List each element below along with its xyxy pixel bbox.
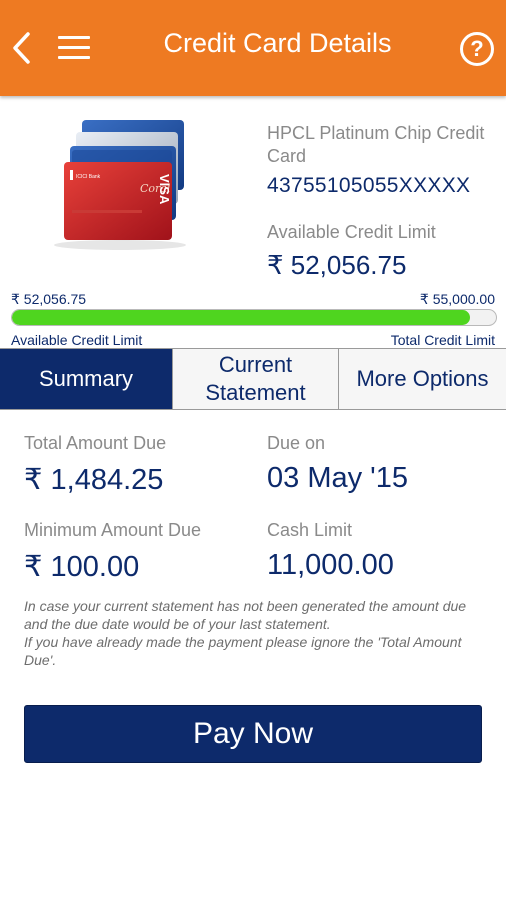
tab-bar: Summary Current Statement More Options	[0, 348, 506, 410]
bar-available-value: ₹ 52,056.75	[11, 291, 87, 307]
cash-limit-label: Cash Limit	[267, 520, 353, 540]
tab-current-statement[interactable]: Current Statement	[172, 349, 338, 409]
back-arrow-icon[interactable]	[6, 26, 42, 70]
tab-current-statement-line1: Current	[218, 352, 293, 377]
help-icon[interactable]: ?	[460, 32, 494, 66]
available-limit-label: Available Credit Limit	[267, 222, 436, 242]
min-due-label: Minimum Amount Due	[24, 520, 202, 540]
total-due-label: Total Amount Due	[24, 433, 167, 453]
statement-note-line2: If you have already made the payment ple…	[24, 634, 462, 668]
credit-limit-progress-fill	[12, 310, 470, 325]
due-on-label: Due on	[267, 433, 326, 453]
total-due-value: ₹ 1,484.25	[24, 464, 164, 496]
svg-text:ICICI Bank: ICICI Bank	[76, 174, 101, 180]
tab-summary[interactable]: Summary	[0, 349, 172, 409]
card-name: HPCL Platinum Chip Credit Card	[267, 123, 485, 166]
app-header: Credit Card Details ?	[0, 0, 506, 96]
credit-card-image: Coral VISA ICICI Bank	[50, 118, 210, 253]
credit-limit-progress-bar	[11, 309, 497, 326]
tab-more-options[interactable]: More Options	[338, 349, 506, 409]
card-number: 43755105055XXXXX	[267, 174, 471, 197]
due-on-value: 03 May '15	[267, 462, 408, 494]
statement-note: In case your current statement has not b…	[24, 597, 490, 669]
hamburger-menu-icon[interactable]	[56, 32, 94, 64]
bar-total-value: ₹ 55,000.00	[419, 291, 495, 307]
bar-available-label: Available Credit Limit	[11, 332, 143, 348]
svg-text:VISA: VISA	[157, 174, 172, 205]
bar-total-label: Total Credit Limit	[390, 332, 495, 348]
cash-limit-value: 11,000.00	[267, 549, 394, 581]
pay-now-button[interactable]: Pay Now	[24, 705, 482, 763]
statement-note-line1: In case your current statement has not b…	[24, 598, 467, 632]
min-due-value: ₹ 100.00	[24, 551, 140, 583]
page-title: Credit Card Details	[163, 28, 392, 58]
available-limit-value: ₹ 52,056.75	[267, 250, 407, 280]
tab-current-statement-line2: Statement	[205, 380, 306, 405]
